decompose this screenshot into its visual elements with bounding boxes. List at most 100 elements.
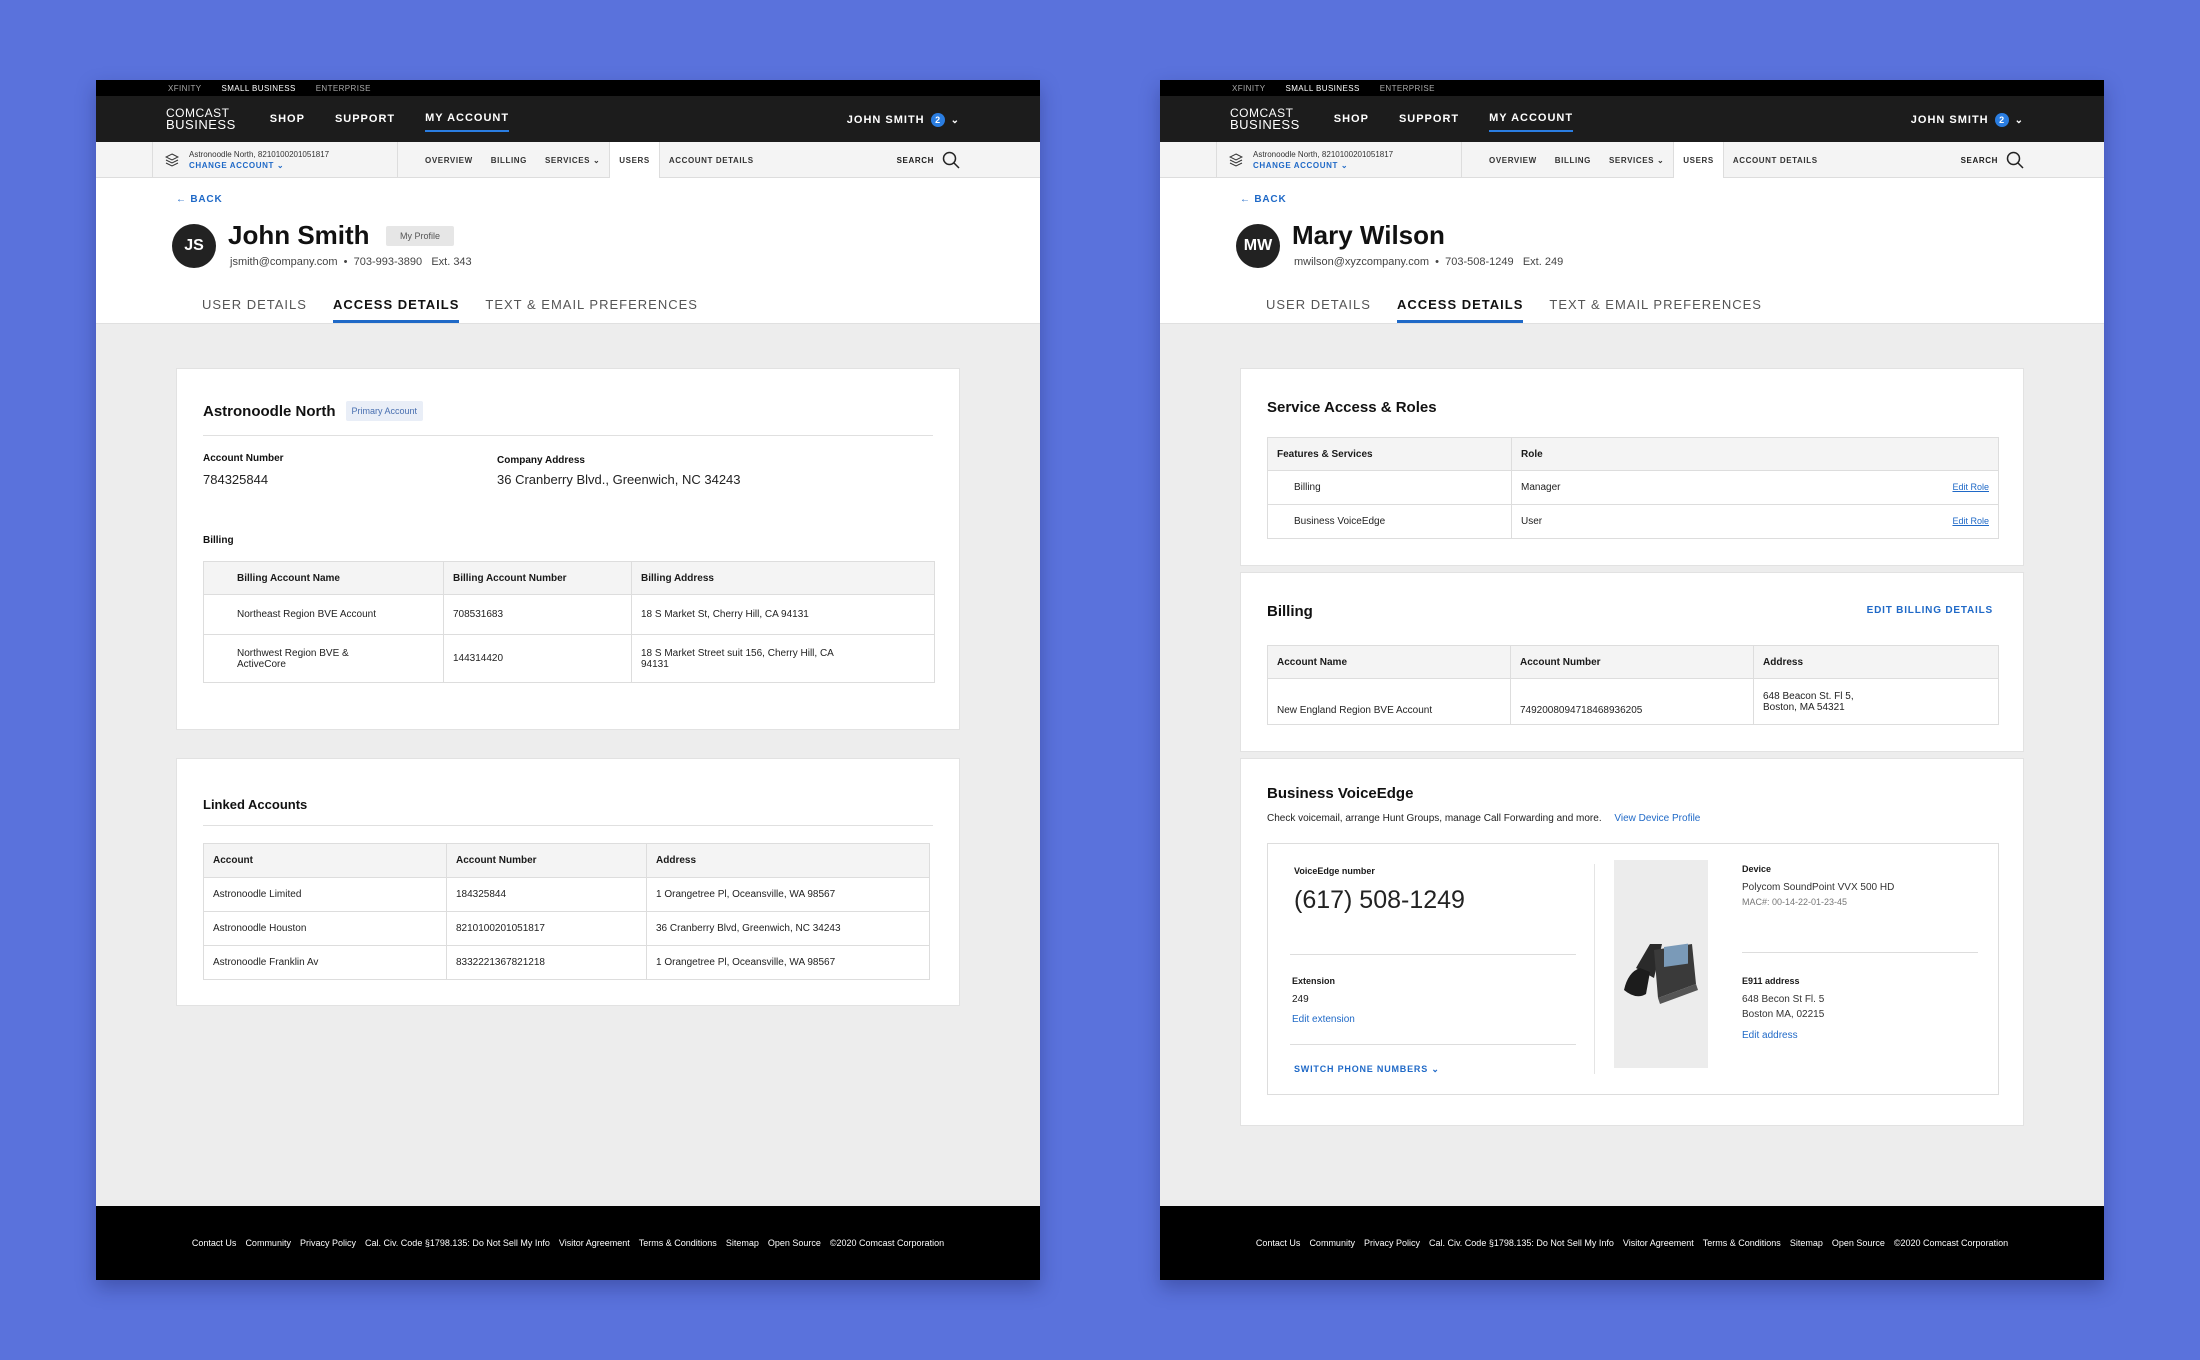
table-row: Astronoodle Limited 184325844 1 Orangetree…	[203, 877, 930, 912]
footer-link[interactable]: Open Source	[768, 1238, 821, 1248]
tab-access-details[interactable]: ACCESS DETAILS	[1396, 297, 1524, 323]
util-link-small-business[interactable]: SMALL BUSINESS	[221, 84, 295, 93]
my-profile-tag: My Profile	[386, 226, 455, 246]
footer-link[interactable]: Sitemap	[1790, 1238, 1823, 1248]
footer-link[interactable]: Open Source	[1832, 1238, 1885, 1248]
subnav-account-details[interactable]: ACCOUNT DETAILS	[660, 142, 763, 178]
main-nav: COMCAST BUSINESS SHOP SUPPORT MY ACCOUNT…	[96, 96, 1040, 142]
change-account-link[interactable]: CHANGE ACCOUNT ⌄	[189, 160, 329, 171]
footer-link[interactable]: Terms & Conditions	[639, 1238, 717, 1248]
account-card: Astronoodle North Primary Account Accoun…	[176, 368, 960, 730]
account-selector[interactable]: Astronoodle North, 8210100201051817 CHAN…	[152, 142, 398, 178]
billing-title: Billing	[1267, 603, 1313, 620]
tab-access-details[interactable]: ACCESS DETAILS	[332, 297, 460, 323]
nav-my-account[interactable]: MY ACCOUNT	[425, 106, 510, 132]
subnav-overview[interactable]: OVERVIEW	[416, 142, 482, 178]
util-link-enterprise[interactable]: ENTERPRISE	[1380, 84, 1435, 93]
profile-tabs: USER DETAILS ACCESS DETAILS TEXT & EMAIL…	[202, 297, 698, 323]
service-roles-table: Features & Services Role Billing Manager…	[1267, 437, 1999, 539]
subnav-overview[interactable]: OVERVIEW	[1480, 142, 1546, 178]
user-menu[interactable]: JOHN SMITH 2 ⌄	[1911, 113, 2024, 127]
subnav-billing[interactable]: BILLING	[1546, 142, 1600, 178]
edit-role-link[interactable]: Edit Role	[1952, 482, 1989, 492]
comcast-business-logo[interactable]: COMCAST BUSINESS	[1230, 107, 1300, 131]
notification-badge: 2	[1994, 113, 2009, 127]
footer-link[interactable]: Community	[1309, 1238, 1355, 1248]
util-link-xfinity[interactable]: XFINITY	[168, 84, 201, 93]
current-account: Astronoodle North, 8210100201051817	[1253, 150, 1394, 159]
view-device-profile-link[interactable]: View Device Profile	[1614, 813, 1700, 824]
voiceedge-number-label: VoiceEdge number	[1294, 866, 1375, 876]
edit-billing-details-link[interactable]: EDIT BILLING DETAILS	[1867, 605, 1993, 616]
back-link[interactable]: ← BACK	[176, 194, 222, 205]
nav-support[interactable]: SUPPORT	[335, 107, 395, 131]
nav-shop[interactable]: SHOP	[1334, 107, 1369, 131]
notification-badge: 2	[930, 113, 945, 127]
search-button[interactable]: SEARCH	[897, 142, 960, 178]
linked-accounts-table: Account Account Number Address Astronood…	[203, 843, 930, 980]
tab-text-email-preferences[interactable]: TEXT & EMAIL PREFERENCES	[485, 297, 698, 323]
voiceedge-description: Check voicemail, arrange Hunt Groups, ma…	[1267, 813, 1701, 824]
util-link-small-business[interactable]: SMALL BUSINESS	[1285, 84, 1359, 93]
nav-my-account[interactable]: MY ACCOUNT	[1489, 106, 1574, 132]
change-account-link[interactable]: CHANGE ACCOUNT ⌄	[1253, 160, 1393, 171]
search-button[interactable]: SEARCH	[1961, 142, 2024, 178]
voiceedge-card: Business VoiceEdge Check voicemail, arra…	[1240, 758, 2024, 1126]
search-label: SEARCH	[896, 155, 934, 165]
extension-label: Extension	[1292, 976, 1336, 986]
main-nav: COMCAST BUSINESS SHOP SUPPORT MY ACCOUNT…	[1160, 96, 2104, 142]
footer-link[interactable]: Visitor Agreement	[559, 1238, 630, 1248]
account-selector[interactable]: Astronoodle North, 8210100201051817 CHAN…	[1216, 142, 1462, 178]
footer-link[interactable]: Sitemap	[726, 1238, 759, 1248]
util-link-xfinity[interactable]: XFINITY	[1232, 84, 1265, 93]
table-header: Account Number	[446, 843, 647, 878]
edit-role-link[interactable]: Edit Role	[1952, 516, 1989, 526]
footer-link[interactable]: Terms & Conditions	[1703, 1238, 1781, 1248]
util-link-enterprise[interactable]: ENTERPRISE	[316, 84, 371, 93]
subnav-billing[interactable]: BILLING	[482, 142, 536, 178]
tab-user-details[interactable]: USER DETAILS	[202, 297, 307, 323]
mary-wilson-page: XFINITY SMALL BUSINESS ENTERPRISE COMCAS…	[1160, 80, 2104, 1280]
footer-link[interactable]: Privacy Policy	[300, 1238, 356, 1248]
subnav-services[interactable]: SERVICES ⌄	[1600, 142, 1673, 178]
voiceedge-title: Business VoiceEdge	[1267, 785, 1414, 802]
profile-header: ← BACK MW Mary Wilson mwilson@xyzcompany…	[1160, 178, 2104, 324]
footer-link[interactable]: Community	[245, 1238, 291, 1248]
footer-link[interactable]: Cal. Civ. Code §1798.135: Do Not Sell My…	[1429, 1238, 1614, 1248]
nav-shop[interactable]: SHOP	[270, 107, 305, 131]
voiceedge-number: (617) 508-1249	[1294, 886, 1465, 914]
table-header: Address	[1753, 645, 1999, 679]
linked-accounts-title: Linked Accounts	[203, 797, 308, 812]
footer-link[interactable]: Cal. Civ. Code §1798.135: Do Not Sell My…	[365, 1238, 550, 1248]
switch-phone-numbers-button[interactable]: SWITCH PHONE NUMBERS ⌄	[1294, 1064, 1440, 1075]
nav-support[interactable]: SUPPORT	[1399, 107, 1459, 131]
linked-accounts-card: Linked Accounts Account Account Number A…	[176, 758, 960, 1006]
comcast-business-logo[interactable]: COMCAST BUSINESS	[166, 107, 236, 131]
phone: 703-508-1249	[1445, 256, 1514, 268]
avatar: JS	[172, 224, 216, 268]
profile-tabs: USER DETAILS ACCESS DETAILS TEXT & EMAIL…	[1266, 297, 1762, 323]
table-header: Role	[1511, 437, 1999, 471]
e911-line-1: 648 Becon St Fl. 5	[1742, 994, 1825, 1005]
footer-link[interactable]: Contact Us	[1256, 1238, 1301, 1248]
table-header: Billing Address	[631, 561, 935, 595]
tab-text-email-preferences[interactable]: TEXT & EMAIL PREFERENCES	[1549, 297, 1762, 323]
back-link[interactable]: ← BACK	[1240, 194, 1286, 205]
user-menu[interactable]: JOHN SMITH 2 ⌄	[847, 113, 960, 127]
edit-address-link[interactable]: Edit address	[1742, 1030, 1798, 1041]
footer-link[interactable]: Privacy Policy	[1364, 1238, 1420, 1248]
subnav-services[interactable]: SERVICES ⌄	[536, 142, 609, 178]
sub-nav: Astronoodle North, 8210100201051817 CHAN…	[96, 142, 1040, 178]
edit-extension-link[interactable]: Edit extension	[1292, 1014, 1355, 1025]
subnav-users[interactable]: USERS	[1673, 142, 1724, 178]
billing-label: Billing	[203, 535, 234, 546]
email: jsmith@company.com	[230, 256, 338, 268]
subnav-account-details[interactable]: ACCOUNT DETAILS	[1724, 142, 1827, 178]
john-smith-page: XFINITY SMALL BUSINESS ENTERPRISE COMCAS…	[96, 80, 1040, 1280]
tab-user-details[interactable]: USER DETAILS	[1266, 297, 1371, 323]
company-address: 36 Cranberry Blvd., Greenwich, NC 34243	[497, 472, 741, 487]
footer-link[interactable]: Visitor Agreement	[1623, 1238, 1694, 1248]
layers-icon	[165, 153, 179, 167]
subnav-users[interactable]: USERS	[609, 142, 660, 178]
footer-link[interactable]: Contact Us	[192, 1238, 237, 1248]
